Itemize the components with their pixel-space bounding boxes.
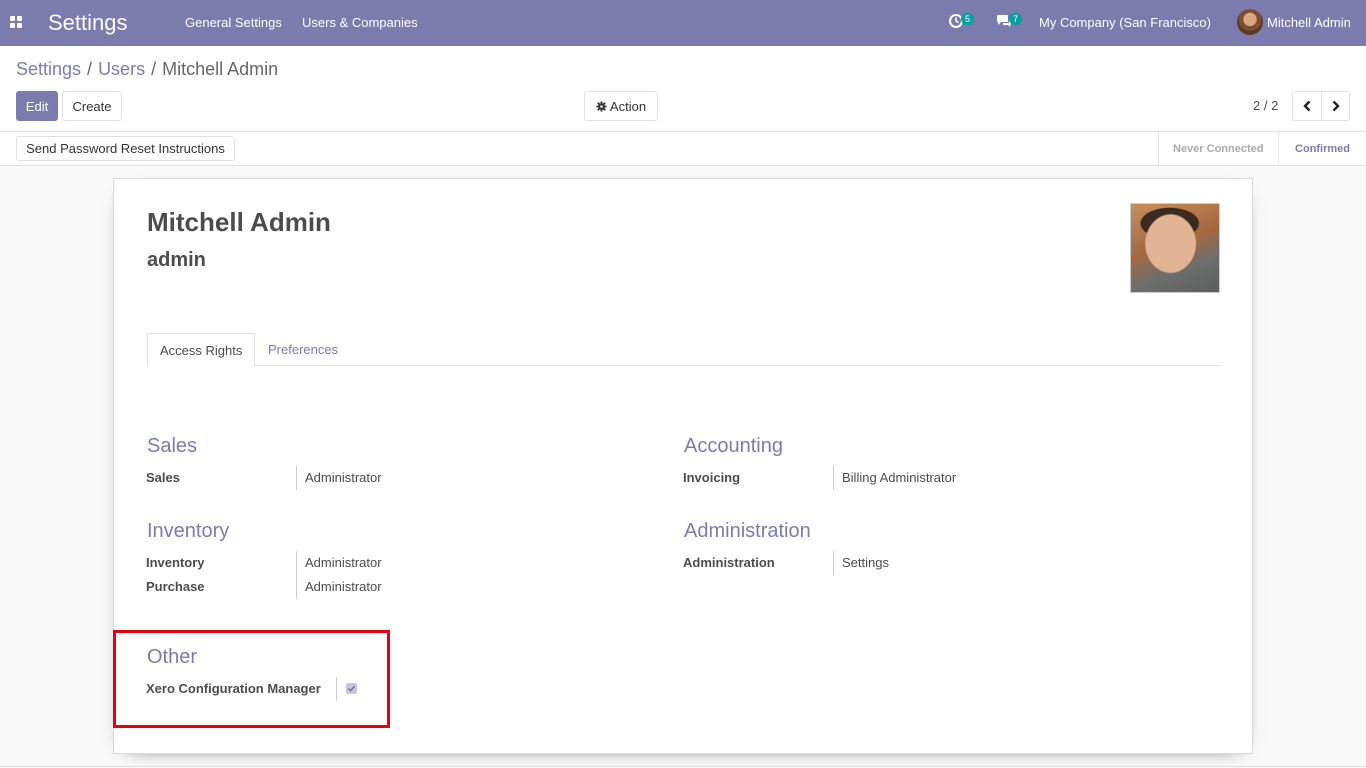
send-password-reset-button[interactable]: Send Password Reset Instructions [16, 136, 235, 161]
company-switcher[interactable]: My Company (San Francisco) [1039, 15, 1211, 30]
user-name: Mitchell Admin [147, 207, 331, 237]
highlight-box [113, 630, 390, 728]
pager-next-button[interactable] [1321, 91, 1350, 121]
group-title-sales: Sales [147, 435, 198, 457]
user-avatar[interactable] [1237, 9, 1263, 35]
messages-badge: 7 [1009, 13, 1023, 25]
pager-value[interactable]: 2 / 2 [1253, 98, 1278, 113]
status-divider [1158, 132, 1159, 165]
status-never-connected: Never Connected [1173, 143, 1264, 155]
apps-menu-icon[interactable] [10, 16, 22, 28]
form-statusbar: Send Password Reset Instructions Never C… [0, 132, 1366, 166]
notebook-tabs: Access Rights Preferences [147, 333, 1221, 367]
chevron-right-icon [1332, 100, 1340, 112]
footer-divider [0, 766, 1366, 767]
breadcrumb-settings[interactable]: Settings [16, 59, 81, 79]
menu-general-settings[interactable]: General Settings [185, 15, 282, 30]
field-label-sales: Sales [146, 470, 180, 485]
user-photo[interactable] [1130, 203, 1220, 293]
control-panel: Settings / Users / Mitchell Admin Edit Creat… [0, 46, 1366, 132]
messages-button[interactable]: 7 [996, 13, 1023, 31]
breadcrumb-separator: / [87, 59, 93, 79]
chevron-left-icon [1303, 100, 1311, 112]
group-title-accounting: Accounting [684, 435, 783, 457]
field-value-inventory[interactable]: Administrator [296, 551, 382, 575]
field-value-administration[interactable]: Settings [833, 551, 889, 575]
menu-users-companies[interactable]: Users & Companies [302, 15, 418, 30]
top-navbar: Settings General Settings Users & Compan… [0, 0, 1366, 46]
group-title-administration: Administration [684, 520, 811, 542]
tab-preferences[interactable]: Preferences [256, 333, 350, 366]
field-value-sales[interactable]: Administrator [296, 466, 382, 490]
tab-access-rights[interactable]: Access Rights [147, 333, 256, 367]
activity-badge: 5 [961, 13, 975, 25]
edit-button[interactable]: Edit [16, 91, 58, 121]
status-divider [1278, 132, 1279, 165]
user-menu[interactable]: Mitchell Admin [1267, 15, 1351, 30]
status-confirmed: Confirmed [1295, 143, 1350, 155]
create-button[interactable]: Create [62, 91, 122, 121]
breadcrumb-users[interactable]: Users [98, 59, 145, 79]
action-button[interactable]: Action [584, 91, 658, 121]
field-label-invoicing: Invoicing [683, 470, 741, 485]
action-label: Action [609, 98, 647, 114]
field-value-invoicing[interactable]: Billing Administrator [833, 466, 956, 490]
breadcrumb-current: Mitchell Admin [162, 59, 279, 79]
group-title-inventory: Inventory [147, 520, 230, 542]
breadcrumb-separator: / [151, 59, 157, 79]
field-label-purchase: Purchase [146, 579, 205, 594]
field-label-inventory: Inventory [146, 555, 205, 570]
gear-icon [596, 100, 607, 112]
field-value-purchase[interactable]: Administrator [296, 575, 382, 599]
field-label-administration: Administration [683, 555, 775, 570]
pager-previous-button[interactable] [1292, 91, 1322, 121]
user-login: admin [147, 249, 206, 271]
breadcrumb: Settings / Users / Mitchell Admin [16, 59, 278, 80]
app-title[interactable]: Settings [48, 10, 128, 36]
activity-button[interactable]: 5 [949, 13, 975, 31]
